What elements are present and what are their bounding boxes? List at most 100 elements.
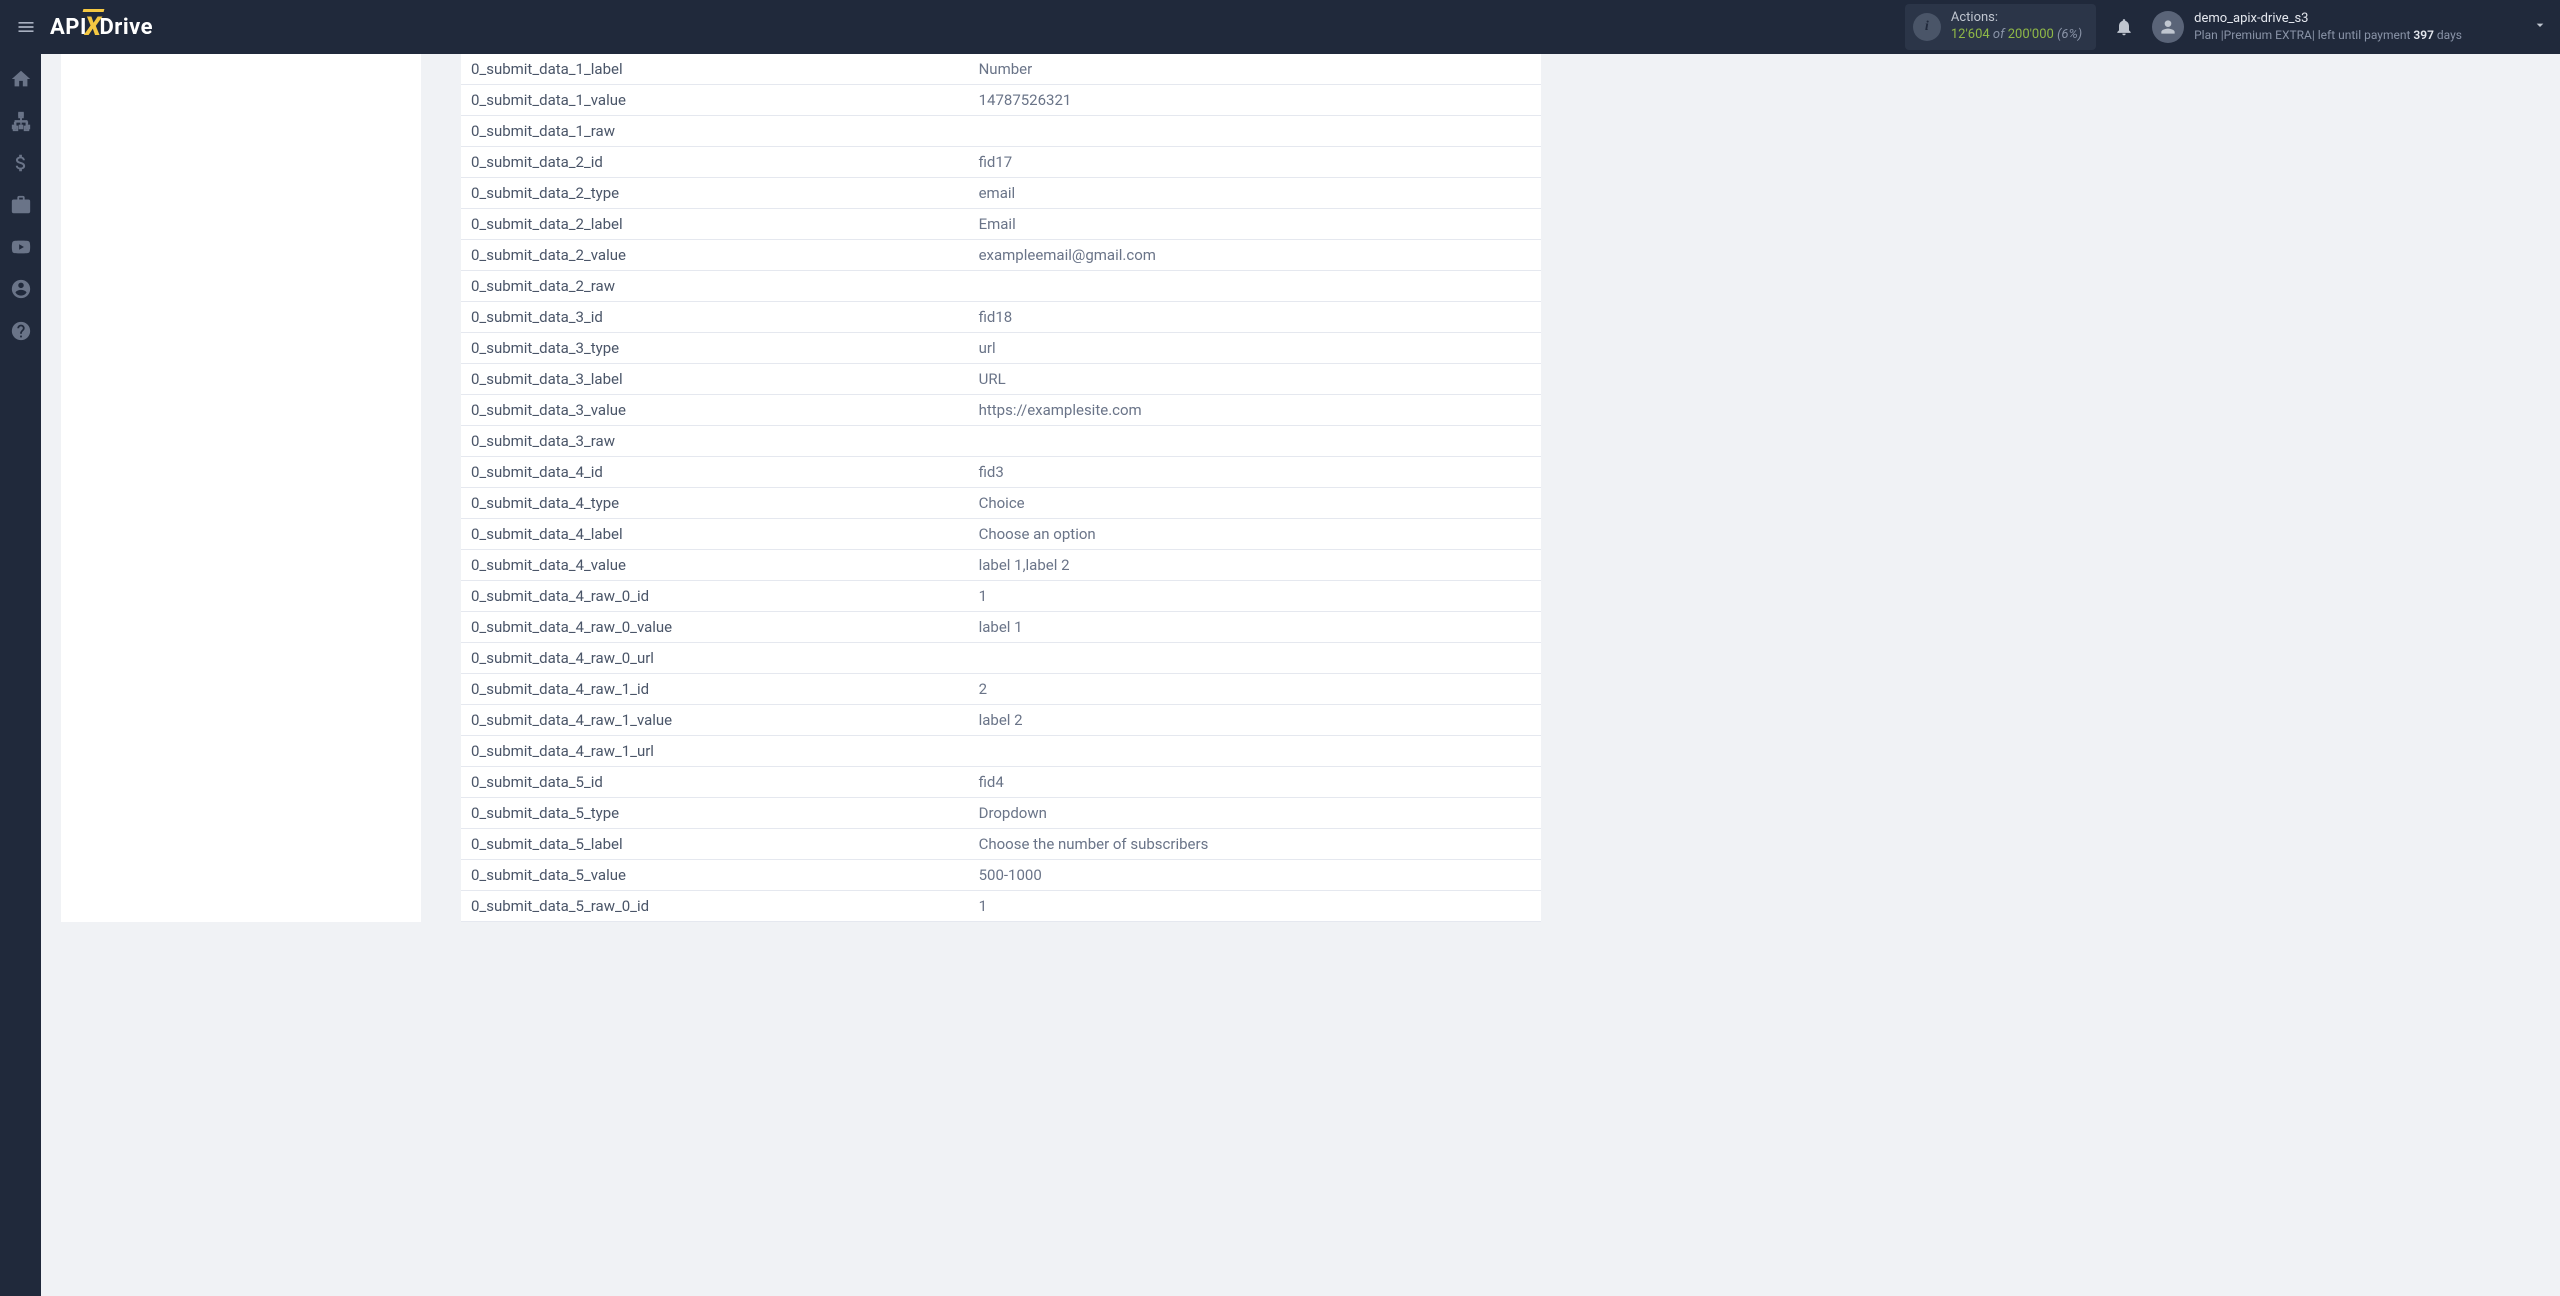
row-value: Choose an option: [969, 519, 1541, 550]
row-value: Dropdown: [969, 798, 1541, 829]
actions-of: of: [1993, 27, 2005, 42]
home-icon[interactable]: [10, 68, 32, 90]
row-value: exampleemail@gmail.com: [969, 240, 1541, 271]
row-key: 0_submit_data_2_value: [461, 240, 969, 271]
plan-name: Premium EXTRA: [2224, 28, 2312, 42]
row-value: Email: [969, 209, 1541, 240]
briefcase-icon[interactable]: [10, 194, 32, 216]
youtube-icon[interactable]: [10, 236, 32, 258]
actions-text: Actions: 12'604 of 200'000 (6%): [1951, 10, 2082, 44]
table-row: 0_submit_data_3_labelURL: [461, 364, 1541, 395]
row-value: URL: [969, 364, 1541, 395]
row-key: 0_submit_data_3_type: [461, 333, 969, 364]
actions-label: Actions:: [1951, 10, 2082, 27]
right-panel: 0_submit_data_1_labelNumber0_submit_data…: [461, 54, 1541, 922]
row-key: 0_submit_data_4_label: [461, 519, 969, 550]
row-key: 0_submit_data_5_raw_0_id: [461, 891, 969, 922]
row-value: [969, 736, 1541, 767]
info-icon: i: [1913, 13, 1941, 41]
row-value: fid3: [969, 457, 1541, 488]
row-key: 0_submit_data_4_value: [461, 550, 969, 581]
row-value: fid17: [969, 147, 1541, 178]
actions-pct: (6%): [2057, 27, 2082, 42]
row-value: https://examplesite.com: [969, 395, 1541, 426]
row-value: 500-1000: [969, 860, 1541, 891]
row-value: label 1,label 2: [969, 550, 1541, 581]
menu-icon: [16, 17, 36, 37]
plan-mid: | left until payment: [2312, 28, 2414, 42]
table-row: 0_submit_data_2_idfid17: [461, 147, 1541, 178]
row-value: 2: [969, 674, 1541, 705]
row-key: 0_submit_data_4_type: [461, 488, 969, 519]
row-value: 1: [969, 891, 1541, 922]
row-value: [969, 271, 1541, 302]
row-key: 0_submit_data_4_raw_1_url: [461, 736, 969, 767]
menu-button[interactable]: [12, 13, 40, 41]
table-row: 0_submit_data_4_raw_0_id1: [461, 581, 1541, 612]
row-key: 0_submit_data_3_id: [461, 302, 969, 333]
topbar-right: i Actions: 12'604 of 200'000 (6%) demo_a…: [1905, 4, 2548, 50]
row-value: 14787526321: [969, 85, 1541, 116]
table-row: 0_submit_data_5_value500-1000: [461, 860, 1541, 891]
actions-count: 12'604: [1951, 27, 1990, 42]
row-value: fid4: [969, 767, 1541, 798]
row-key: 0_submit_data_4_raw_0_value: [461, 612, 969, 643]
chevron-down-icon: [2532, 17, 2548, 37]
user-avatar: [2152, 11, 2184, 43]
table-row: 0_submit_data_4_typeChoice: [461, 488, 1541, 519]
table-row: 0_submit_data_2_typeemail: [461, 178, 1541, 209]
table-row: 0_submit_data_2_valueexampleemail@gmail.…: [461, 240, 1541, 271]
row-value: label 1: [969, 612, 1541, 643]
logo-drive: Drive: [99, 15, 153, 40]
content-wrap: 0_submit_data_1_labelNumber0_submit_data…: [41, 54, 2560, 922]
table-row: 0_submit_data_1_labelNumber: [461, 54, 1541, 85]
profile-icon[interactable]: [10, 278, 32, 300]
left-panel: [61, 54, 421, 922]
row-key: 0_submit_data_1_value: [461, 85, 969, 116]
table-row: 0_submit_data_3_typeurl: [461, 333, 1541, 364]
table-row: 0_submit_data_2_raw: [461, 271, 1541, 302]
row-value: [969, 116, 1541, 147]
user-name: demo_apix-drive_s3: [2194, 11, 2462, 28]
row-value: Choice: [969, 488, 1541, 519]
row-key: 0_submit_data_2_raw: [461, 271, 969, 302]
row-key: 0_submit_data_3_label: [461, 364, 969, 395]
row-key: 0_submit_data_5_label: [461, 829, 969, 860]
table-row: 0_submit_data_5_labelChoose the number o…: [461, 829, 1541, 860]
actions-box[interactable]: i Actions: 12'604 of 200'000 (6%): [1905, 4, 2096, 50]
table-row: 0_submit_data_5_idfid4: [461, 767, 1541, 798]
user-info: demo_apix-drive_s3 Plan |Premium EXTRA| …: [2194, 11, 2462, 43]
logo[interactable]: APIXDrive: [50, 12, 153, 42]
row-value: Choose the number of subscribers: [969, 829, 1541, 860]
table-row: 0_submit_data_3_valuehttps://examplesite…: [461, 395, 1541, 426]
main-content: 0_submit_data_1_labelNumber0_submit_data…: [41, 54, 2560, 1296]
table-row: 0_submit_data_1_value14787526321: [461, 85, 1541, 116]
row-key: 0_submit_data_1_label: [461, 54, 969, 85]
table-row: 0_submit_data_4_raw_1_url: [461, 736, 1541, 767]
table-row: 0_submit_data_1_raw: [461, 116, 1541, 147]
user-plan: Plan |Premium EXTRA| left until payment …: [2194, 28, 2462, 44]
actions-total: 200'000: [2008, 27, 2054, 42]
table-row: 0_submit_data_4_labelChoose an option: [461, 519, 1541, 550]
row-key: 0_submit_data_2_id: [461, 147, 969, 178]
sidebar: [0, 54, 41, 1296]
help-icon[interactable]: [10, 320, 32, 342]
dollar-icon[interactable]: [10, 152, 32, 174]
table-row: 0_submit_data_4_idfid3: [461, 457, 1541, 488]
row-value: Number: [969, 54, 1541, 85]
plan-days: 397: [2413, 28, 2434, 42]
sitemap-icon[interactable]: [10, 110, 32, 132]
user-block[interactable]: demo_apix-drive_s3 Plan |Premium EXTRA| …: [2152, 11, 2548, 43]
row-key: 0_submit_data_3_raw: [461, 426, 969, 457]
bell-icon[interactable]: [2114, 17, 2134, 37]
row-key: 0_submit_data_1_raw: [461, 116, 969, 147]
row-value: fid18: [969, 302, 1541, 333]
table-row: 0_submit_data_4_raw_0_url: [461, 643, 1541, 674]
row-value: email: [969, 178, 1541, 209]
row-value: [969, 426, 1541, 457]
topbar: APIXDrive i Actions: 12'604 of 200'000 (…: [0, 0, 2560, 54]
row-key: 0_submit_data_5_id: [461, 767, 969, 798]
data-table: 0_submit_data_1_labelNumber0_submit_data…: [461, 54, 1541, 922]
table-row: 0_submit_data_4_raw_0_valuelabel 1: [461, 612, 1541, 643]
row-key: 0_submit_data_2_label: [461, 209, 969, 240]
